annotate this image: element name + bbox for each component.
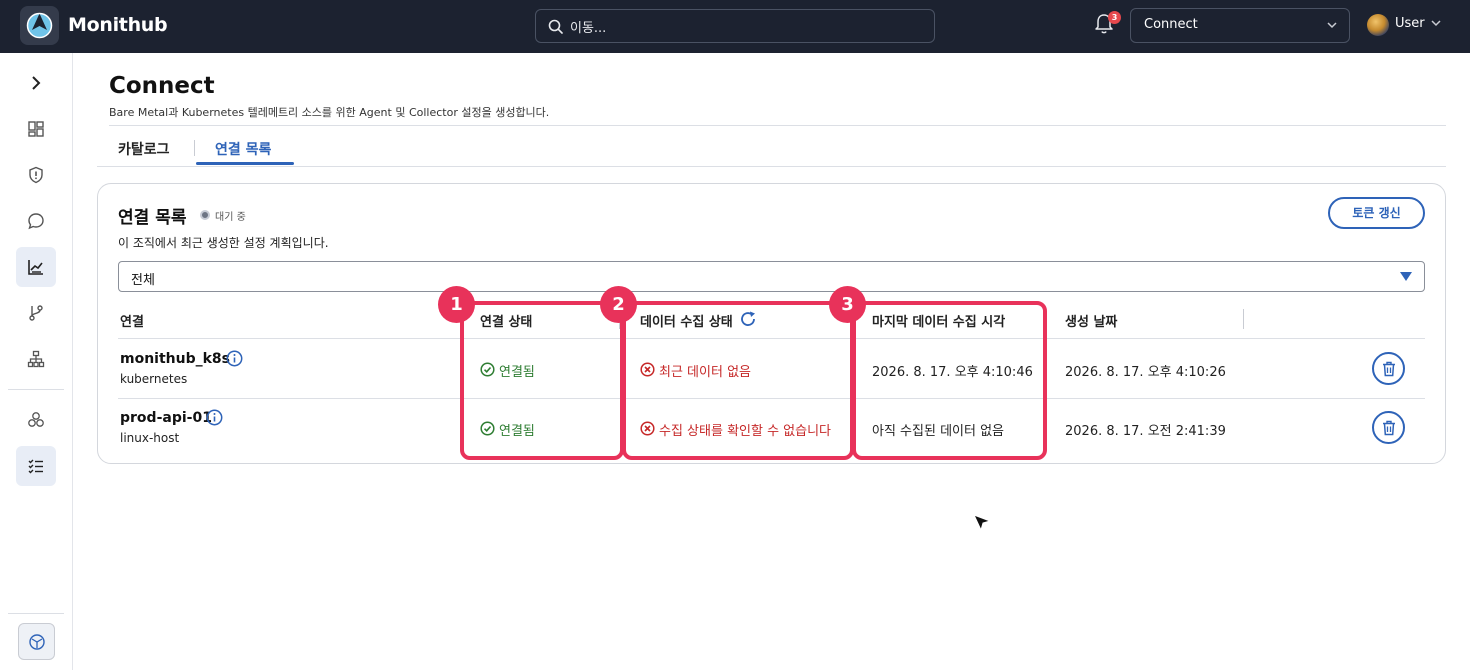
highlight-box [460, 301, 624, 460]
hierarchy-icon [27, 350, 45, 368]
status-badge: 대기 중 [215, 212, 246, 223]
info-icon[interactable] [226, 350, 243, 367]
delete-button[interactable] [1372, 411, 1405, 444]
tab-catalog[interactable]: 카탈로그 [118, 139, 170, 159]
annotation-badge: 3 [829, 286, 866, 323]
dashboard-icon [28, 121, 44, 137]
chevron-right-icon [32, 76, 41, 90]
column-header-created[interactable]: 생성 날짜 [1065, 311, 1117, 330]
search-input[interactable]: 이동... [535, 9, 935, 43]
connection-name[interactable]: monithub_k8s [120, 351, 230, 367]
app-logo[interactable] [20, 6, 59, 45]
tab-connection-list[interactable]: 연결 목록 [215, 139, 271, 159]
filter-select[interactable]: 전체 [118, 261, 1425, 292]
chevron-down-icon [1327, 22, 1337, 29]
page-subtitle: Bare Metal과 Kubernetes 텔레메트리 소스를 위한 Agen… [109, 106, 550, 119]
globe-icon [29, 634, 45, 650]
chevron-down-icon[interactable] [1431, 20, 1441, 27]
org-select-value: Connect [1144, 17, 1198, 32]
created-date: 2026. 8. 17. 오후 4:10:26 [1065, 365, 1226, 380]
sidebar-item-connect[interactable] [16, 446, 56, 486]
connection-type: linux-host [120, 431, 180, 445]
annotation-badge: 2 [600, 286, 637, 323]
column-header-connection[interactable]: 연결 [120, 311, 144, 330]
trash-icon [1383, 420, 1395, 436]
connection-type: kubernetes [120, 372, 188, 386]
divider [97, 166, 1446, 167]
sidebar-divider [8, 389, 64, 390]
highlight-box [622, 301, 854, 460]
user-menu-label[interactable]: User [1395, 16, 1425, 31]
chat-bubble-icon [28, 213, 44, 230]
delete-button[interactable] [1372, 352, 1405, 385]
search-icon [548, 19, 563, 34]
top-bar: Monithub 이동... 3 Connect User [0, 0, 1470, 53]
caret-down-icon [1400, 272, 1412, 281]
card-description: 이 조직에서 최근 생성한 설정 계획입니다. [118, 236, 329, 250]
sidebar-item-messages[interactable] [16, 201, 56, 241]
sidebar-help-button[interactable] [18, 623, 55, 660]
org-select[interactable]: Connect [1130, 8, 1350, 43]
refresh-token-button[interactable]: 토큰 갱신 [1328, 197, 1425, 229]
sidebar-item-integrations[interactable] [16, 400, 56, 440]
shield-alert-icon [29, 166, 43, 184]
status-dot-icon [200, 210, 210, 220]
sidebar-item-topology[interactable] [16, 339, 56, 379]
sidebar-item-dashboard[interactable] [16, 109, 56, 149]
divider [109, 125, 1446, 126]
sidebar-expand-button[interactable] [16, 63, 56, 103]
created-date: 2026. 8. 17. 오전 2:41:39 [1065, 424, 1226, 439]
trash-icon [1383, 361, 1395, 377]
active-tab-indicator [196, 162, 294, 165]
cubes-icon [28, 412, 44, 427]
search-placeholder: 이동... [570, 21, 607, 36]
sidebar-item-pipelines[interactable] [16, 293, 56, 333]
mouse-cursor-icon [973, 514, 992, 532]
info-icon[interactable] [206, 409, 223, 426]
sidebar [0, 53, 73, 670]
app-name: Monithub [68, 14, 168, 36]
notification-badge: 3 [1108, 11, 1121, 24]
avatar[interactable] [1367, 14, 1389, 36]
highlight-box [852, 301, 1047, 460]
column-separator [1243, 309, 1244, 329]
sidebar-item-security[interactable] [16, 155, 56, 195]
annotation-badge: 1 [438, 286, 475, 323]
filter-select-value: 전체 [131, 273, 155, 288]
checklist-icon [28, 459, 43, 474]
card-title: 연결 목록 [118, 208, 187, 228]
branch-icon [29, 305, 43, 321]
chart-icon [28, 260, 43, 275]
page-title: Connect [109, 73, 215, 99]
sidebar-item-metrics[interactable] [16, 247, 56, 287]
tab-separator [194, 140, 195, 156]
connection-name[interactable]: prod-api-01 [120, 410, 212, 426]
sidebar-divider [8, 613, 64, 614]
